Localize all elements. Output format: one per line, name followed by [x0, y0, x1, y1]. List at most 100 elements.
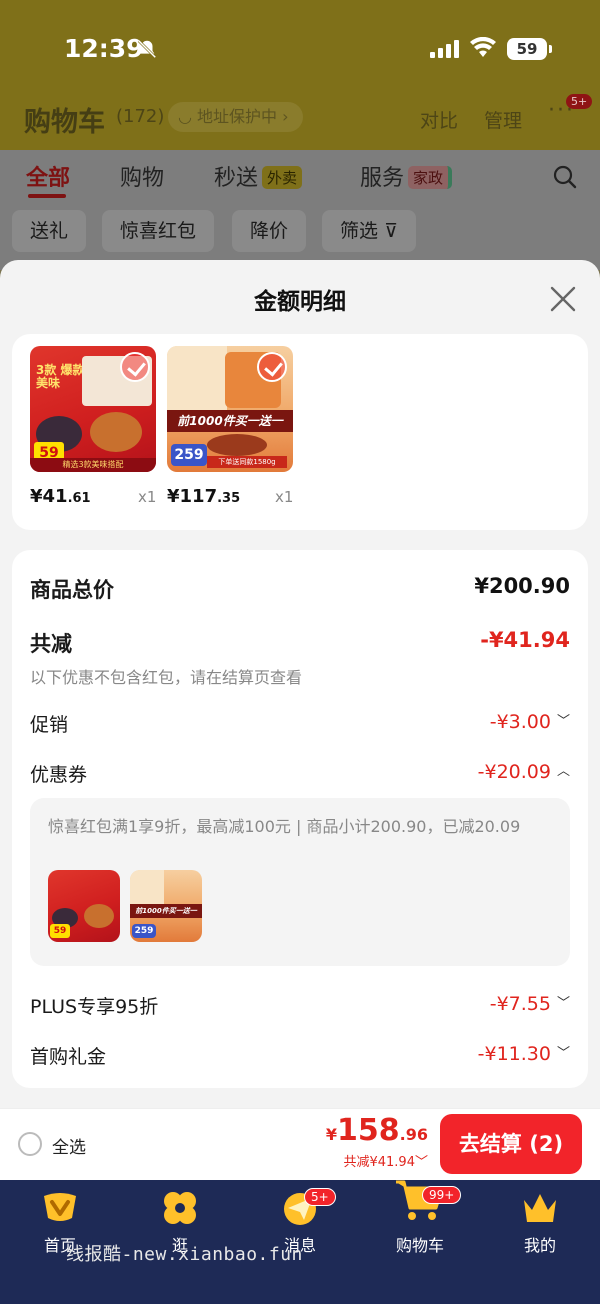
product-art-text: 前1000件买一送一 — [130, 904, 202, 918]
discount-note: 以下优惠不包含红包，请在结算页查看 — [30, 668, 303, 687]
chip-price-drop[interactable]: 降价 — [232, 210, 307, 252]
select-all-label[interactable]: 全选 — [52, 1133, 86, 1158]
selected-check-icon — [120, 352, 150, 382]
tab-instant-delivery[interactable]: 秒送 外卖 — [214, 160, 303, 192]
product-item[interactable]: 3款 爆款美味 59 精选3款美味搭配 ¥41.61 x1 — [30, 346, 156, 507]
cart-title: 购物车 — [24, 107, 105, 138]
first-purchase-gift-value-row[interactable]: -¥11.30 ﹀ — [478, 1042, 570, 1065]
battery-indicator: 59 — [507, 38, 552, 60]
tab-active-underline — [28, 194, 66, 198]
crown-icon — [524, 1194, 556, 1222]
filter-chips: 送礼 惊喜红包 降价 筛选 ⊽ — [0, 210, 600, 252]
product-price-int: ¥117 — [167, 486, 218, 507]
status-time: 12:39 — [64, 34, 144, 63]
tab-services[interactable]: 服务 家政 — [360, 160, 453, 192]
bowl-art — [207, 434, 267, 456]
coupon-detail-text: 惊喜红包满1享9折，最高减100元 | 商品小计200.90，已减20.09 — [48, 817, 521, 836]
currency-symbol: ¥ — [325, 1125, 338, 1144]
discount-total-label: 共减 — [30, 632, 72, 656]
checkout-total-price: ¥158.96 — [326, 1113, 428, 1148]
promotion-label: 促销 — [30, 714, 69, 736]
coupon-product-thumb: 59 — [48, 870, 120, 942]
plus-discount-label: PLUS专享95折 — [30, 996, 159, 1018]
product-price: ¥41.61 — [30, 486, 91, 507]
product-tag-price: 59 — [50, 924, 70, 938]
amount-detail-sheet: 金额明细 3款 爆款美味 59 精选3款美味搭配 ¥41.61 x1 前1000… — [0, 260, 600, 1110]
signal-icon — [430, 40, 459, 58]
address-pill-label: 地址保护中 — [197, 107, 278, 126]
tab-services-label: 服务 — [360, 166, 405, 191]
chevron-right-icon: › — [277, 107, 289, 126]
saved-amount-toggle[interactable]: 共减¥41.94﹀ — [343, 1151, 428, 1170]
tab-instant-delivery-label: 秒送 — [214, 166, 259, 191]
coupon-value-row[interactable]: -¥20.09 ︿ — [478, 760, 570, 783]
plus-discount-value: -¥7.55 — [489, 993, 551, 1015]
chip-filter[interactable]: 筛选 ⊽ — [322, 210, 416, 252]
promotion-value: -¥3.00 — [489, 711, 551, 733]
sheet-title: 金额明细 — [254, 289, 346, 315]
nuts-art-2 — [90, 412, 142, 452]
nav-badge: 5+ — [304, 1188, 336, 1206]
product-art-text: 前1000件买一送一 — [167, 410, 293, 432]
cart-header: 购物车 (172) ◡ 地址保护中 › 对比 管理 ··· 5+ — [0, 94, 600, 150]
product-image: 前1000件买一送一 259 — [130, 870, 202, 942]
first-purchase-gift-label: 首购礼金 — [30, 1046, 107, 1068]
selected-check-icon — [257, 352, 287, 382]
product-price: ¥117.35 — [167, 486, 240, 507]
nav-label: 我的 — [523, 1236, 556, 1255]
total-price-label: 商品总价 — [30, 578, 114, 602]
product-price-int: ¥41 — [30, 486, 68, 507]
total-price-value: ¥200.90 — [474, 574, 570, 598]
filter-funnel-icon: ⊽ — [384, 220, 398, 242]
plus-discount-value-row[interactable]: -¥7.55 ﹀ — [490, 992, 570, 1015]
coupon-value: -¥20.09 — [477, 761, 551, 783]
category-tabs: 全部 购物 秒送 外卖 服务 家政 — [0, 160, 600, 200]
product-item[interactable]: 前1000件买一送一 259 下单送同款1580g ¥117.35 x1 — [167, 346, 293, 507]
feature-panel-art — [167, 346, 227, 410]
nav-badge: 99+ — [422, 1186, 462, 1204]
select-all-checkbox[interactable] — [18, 1132, 42, 1156]
product-image: 59 — [48, 870, 120, 942]
tab-all[interactable]: 全部 — [26, 160, 70, 192]
address-protection-pill[interactable]: ◡ 地址保护中 › — [168, 102, 303, 132]
nuts-art-2 — [84, 904, 114, 928]
status-bar: 12:39 59 — [0, 0, 600, 96]
product-price-dec: .35 — [217, 491, 241, 506]
nav-profile[interactable]: 我的 — [490, 1186, 590, 1256]
chip-surprise-redpacket[interactable]: 惊喜红包 — [102, 210, 215, 252]
compare-button[interactable]: 对比 — [420, 106, 458, 133]
product-tag-price: 259 — [132, 924, 156, 938]
nav-label: 购物车 — [395, 1236, 444, 1255]
manage-button[interactable]: 管理 — [484, 106, 522, 133]
selected-products-card: 3款 爆款美味 59 精选3款美味搭配 ¥41.61 x1 前1000件买一送一… — [12, 334, 588, 530]
home-icon — [44, 1193, 76, 1221]
coupon-label: 优惠券 — [30, 764, 88, 786]
product-strip-text: 下单送同款1580g — [207, 456, 287, 468]
saved-amount: 共减¥41.94 — [343, 1155, 415, 1170]
chevron-up-icon: ︿ — [556, 764, 570, 779]
clover-icon — [164, 1192, 196, 1224]
checkout-button[interactable]: 去结算 (2) — [440, 1114, 582, 1174]
wifi-icon — [470, 37, 496, 57]
shield-check-icon: ◡ — [178, 107, 198, 126]
close-icon[interactable] — [548, 284, 578, 314]
chevron-down-icon: ﹀ — [414, 1155, 428, 1170]
nav-cart[interactable]: 99+ 购物车 — [370, 1180, 470, 1256]
feature-panel-art — [130, 870, 164, 906]
more-badge: 5+ — [566, 94, 593, 109]
product-art-text: 3款 爆款美味 — [36, 363, 85, 390]
product-quantity: x1 — [138, 488, 157, 506]
search-icon[interactable] — [552, 164, 578, 190]
chip-gift[interactable]: 送礼 — [12, 210, 87, 252]
product-strip-text: 精选3款美味搭配 — [30, 458, 156, 472]
tab-tag-housekeeping: 家政 — [408, 166, 453, 189]
first-purchase-gift-value: -¥11.30 — [477, 1043, 551, 1065]
tab-shopping[interactable]: 购物 — [120, 160, 164, 192]
promotion-value-row[interactable]: -¥3.00 ﹀ — [490, 710, 570, 733]
total-price-int: 158 — [337, 1113, 400, 1148]
total-price-dec: .96 — [399, 1125, 428, 1144]
tab-tag-takeout: 外卖 — [262, 166, 303, 189]
price-breakdown-card: 商品总价 ¥200.90 共减 -¥41.94 以下优惠不包含红包，请在结算页查… — [12, 550, 588, 1088]
checkout-bar: 全选 ¥158.96 共减¥41.94﹀ 去结算 (2) — [0, 1108, 600, 1180]
cart-count: (172) — [116, 106, 165, 127]
